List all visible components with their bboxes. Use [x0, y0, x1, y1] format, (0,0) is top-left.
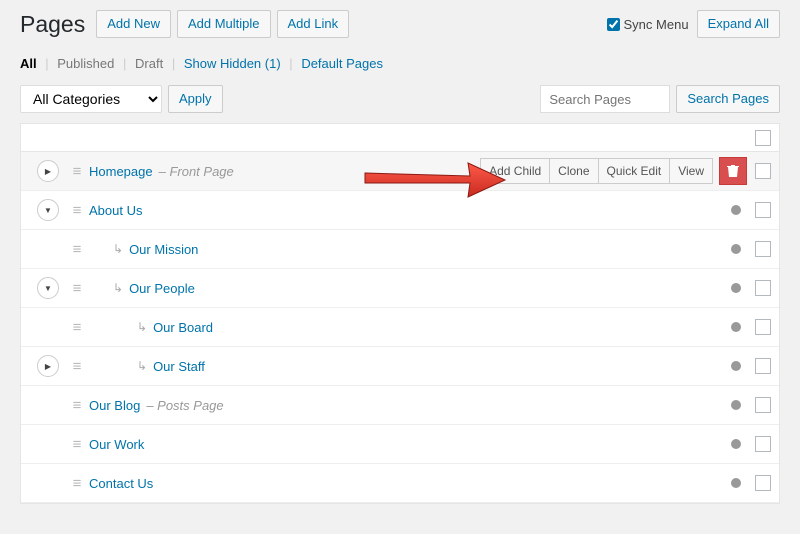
- child-arrow-icon: ↳: [137, 359, 147, 373]
- page-title-link[interactable]: Our Work: [89, 437, 144, 452]
- table-row: ≡ ↳ Our Board: [21, 308, 779, 347]
- child-arrow-icon: ↳: [137, 320, 147, 334]
- table-row: ▼ ≡ About Us: [21, 191, 779, 230]
- sync-menu-checkbox[interactable]: [607, 18, 620, 31]
- page-title-link[interactable]: Our Staff: [153, 359, 205, 374]
- drag-handle-icon[interactable]: ≡: [69, 280, 85, 297]
- table-row: ▶ ≡ ↳ Our Staff: [21, 347, 779, 386]
- expand-all-button[interactable]: Expand All: [697, 10, 780, 38]
- trash-icon: [727, 164, 739, 178]
- status-dot-icon: [731, 283, 741, 293]
- drag-handle-icon[interactable]: ≡: [69, 202, 85, 219]
- table-row: ▶ ≡ Homepage – Front Page Add ChildCloneQui…: [21, 152, 779, 191]
- page-title-link[interactable]: Our Board: [153, 320, 213, 335]
- page-annotation: – Posts Page: [146, 398, 223, 413]
- status-dot-icon: [731, 244, 741, 254]
- page-title-link[interactable]: Our People: [129, 281, 195, 296]
- add-child-button[interactable]: Add Child: [480, 158, 549, 184]
- row-checkbox[interactable]: [755, 319, 771, 335]
- collapse-icon[interactable]: ▼: [37, 199, 59, 221]
- row-checkbox[interactable]: [755, 358, 771, 374]
- page-title-link[interactable]: Our Mission: [129, 242, 198, 257]
- category-select[interactable]: All Categories: [20, 85, 162, 113]
- page-annotation: – Front Page: [159, 164, 234, 179]
- expand-icon[interactable]: ▶: [37, 355, 59, 377]
- select-all-checkbox[interactable]: [755, 130, 771, 146]
- row-checkbox[interactable]: [755, 280, 771, 296]
- page-title-link[interactable]: Contact Us: [89, 476, 153, 491]
- drag-handle-icon[interactable]: ≡: [69, 397, 85, 414]
- clone-button[interactable]: Clone: [549, 158, 597, 184]
- table-row: ▼ ≡ ↳ Our People: [21, 269, 779, 308]
- filter-show-hidden[interactable]: Show Hidden (1): [184, 56, 281, 71]
- filter-draft[interactable]: Draft: [135, 56, 163, 71]
- row-checkbox[interactable]: [755, 397, 771, 413]
- drag-handle-icon[interactable]: ≡: [69, 358, 85, 375]
- status-dot-icon: [731, 361, 741, 371]
- status-dot-icon: [731, 478, 741, 488]
- trash-button[interactable]: [719, 157, 747, 185]
- table-row: ≡ ↳ Our Mission: [21, 230, 779, 269]
- row-checkbox[interactable]: [755, 241, 771, 257]
- table-row: ≡ Contact Us: [21, 464, 779, 503]
- drag-handle-icon[interactable]: ≡: [69, 319, 85, 336]
- search-button[interactable]: Search Pages: [676, 85, 780, 113]
- filter-default-pages[interactable]: Default Pages: [301, 56, 383, 71]
- page-title: Pages: [20, 11, 85, 38]
- drag-handle-icon[interactable]: ≡: [69, 475, 85, 492]
- table-row: ≡ Our Work: [21, 425, 779, 464]
- page-title-link[interactable]: Our Blog: [89, 398, 140, 413]
- search-input[interactable]: [540, 85, 670, 113]
- page-title-link[interactable]: About Us: [89, 203, 142, 218]
- apply-button[interactable]: Apply: [168, 85, 223, 113]
- row-checkbox[interactable]: [755, 436, 771, 452]
- page-title-link[interactable]: Homepage: [89, 164, 153, 179]
- status-dot-icon: [731, 205, 741, 215]
- expand-icon[interactable]: ▶: [37, 160, 59, 182]
- child-arrow-icon: ↳: [113, 281, 123, 295]
- table-row: ≡ Our Blog – Posts Page: [21, 386, 779, 425]
- collapse-icon[interactable]: ▼: [37, 277, 59, 299]
- drag-handle-icon[interactable]: ≡: [69, 163, 85, 180]
- filter-published[interactable]: Published: [57, 56, 114, 71]
- add-link-button[interactable]: Add Link: [277, 10, 350, 38]
- add-new-button[interactable]: Add New: [96, 10, 171, 38]
- drag-handle-icon[interactable]: ≡: [69, 241, 85, 258]
- drag-handle-icon[interactable]: ≡: [69, 436, 85, 453]
- child-arrow-icon: ↳: [113, 242, 123, 256]
- row-checkbox[interactable]: [755, 475, 771, 491]
- filter-links: All | Published | Draft | Show Hidden (1…: [20, 56, 780, 71]
- view-button[interactable]: View: [669, 158, 713, 184]
- quick-edit-button[interactable]: Quick Edit: [598, 158, 670, 184]
- row-checkbox[interactable]: [755, 202, 771, 218]
- pages-table: ▶ ≡ Homepage – Front Page Add ChildCloneQui…: [20, 123, 780, 504]
- status-dot-icon: [731, 400, 741, 410]
- filter-all[interactable]: All: [20, 56, 37, 71]
- status-dot-icon: [731, 322, 741, 332]
- status-dot-icon: [731, 439, 741, 449]
- row-checkbox[interactable]: [755, 163, 771, 179]
- sync-menu-checkbox-label[interactable]: Sync Menu: [607, 17, 689, 32]
- add-multiple-button[interactable]: Add Multiple: [177, 10, 271, 38]
